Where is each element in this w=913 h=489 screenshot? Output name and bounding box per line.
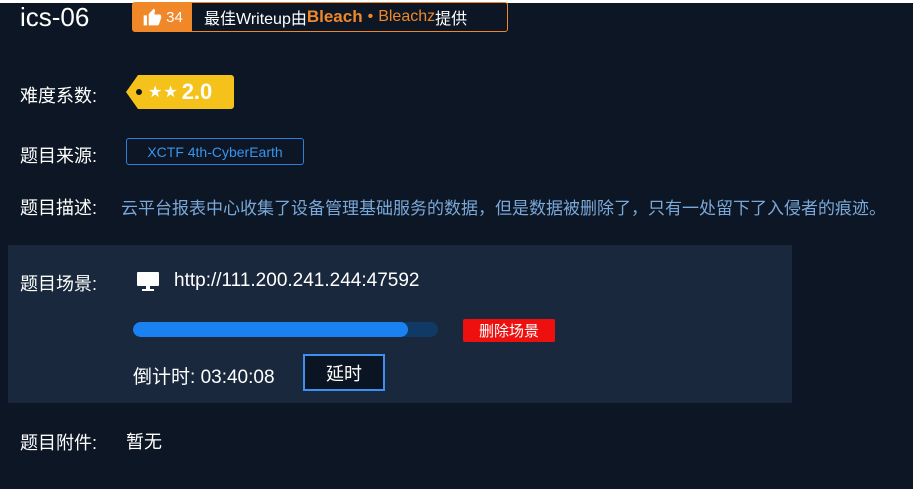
description-label: 题目描述: xyxy=(20,198,98,218)
attachment-label: 题目附件: xyxy=(20,433,98,453)
tag-hole xyxy=(136,89,142,95)
monitor-icon xyxy=(137,272,159,291)
star-icon: ★★ xyxy=(148,84,179,101)
writeup-author-link[interactable]: Bleach xyxy=(307,7,363,27)
extend-time-button[interactable]: 延时 xyxy=(303,354,385,391)
challenge-title: ics-06 xyxy=(20,2,90,32)
scene-progress-bar xyxy=(133,322,438,337)
like-count: 34 xyxy=(166,8,183,26)
difficulty-score: 2.0 xyxy=(181,79,213,104)
writeup-prefix: 最佳Writeup由 xyxy=(204,11,307,28)
writeup-suffix: 提供 xyxy=(435,11,468,28)
writeup-credit: 最佳Writeup由 Bleach • Bleachz 提供 xyxy=(192,3,467,31)
like-button[interactable]: 34 xyxy=(133,3,192,31)
writeup-badge[interactable]: 34 最佳Writeup由 Bleach • Bleachz 提供 xyxy=(132,2,508,32)
thumbs-up-icon xyxy=(143,8,162,26)
delete-scene-button[interactable]: 删除场景 xyxy=(463,319,555,342)
difficulty-label: 难度系数: xyxy=(20,86,98,106)
progress-fill xyxy=(133,322,408,337)
writeup-alias-link[interactable]: Bleachz xyxy=(378,8,435,26)
difficulty-tag: ★★ 2.0 xyxy=(126,75,234,109)
countdown: 倒计时: 03:40:08 xyxy=(133,362,275,389)
writeup-separator: • xyxy=(367,8,374,25)
countdown-label: 倒计时: xyxy=(133,367,196,388)
scene-label: 题目场景: xyxy=(20,274,98,294)
countdown-value: 03:40:08 xyxy=(200,367,275,388)
source-label: 题目来源: xyxy=(20,146,98,166)
source-tag[interactable]: XCTF 4th-CyberEarth xyxy=(126,138,304,165)
attachment-value: 暂无 xyxy=(126,432,162,452)
description-text: 云平台报表中心收集了设备管理基础服务的数据，但是数据被删除了，只有一处留下了入侵… xyxy=(121,199,886,218)
scene-url-link[interactable]: http://111.200.241.244:47592 xyxy=(174,270,419,292)
